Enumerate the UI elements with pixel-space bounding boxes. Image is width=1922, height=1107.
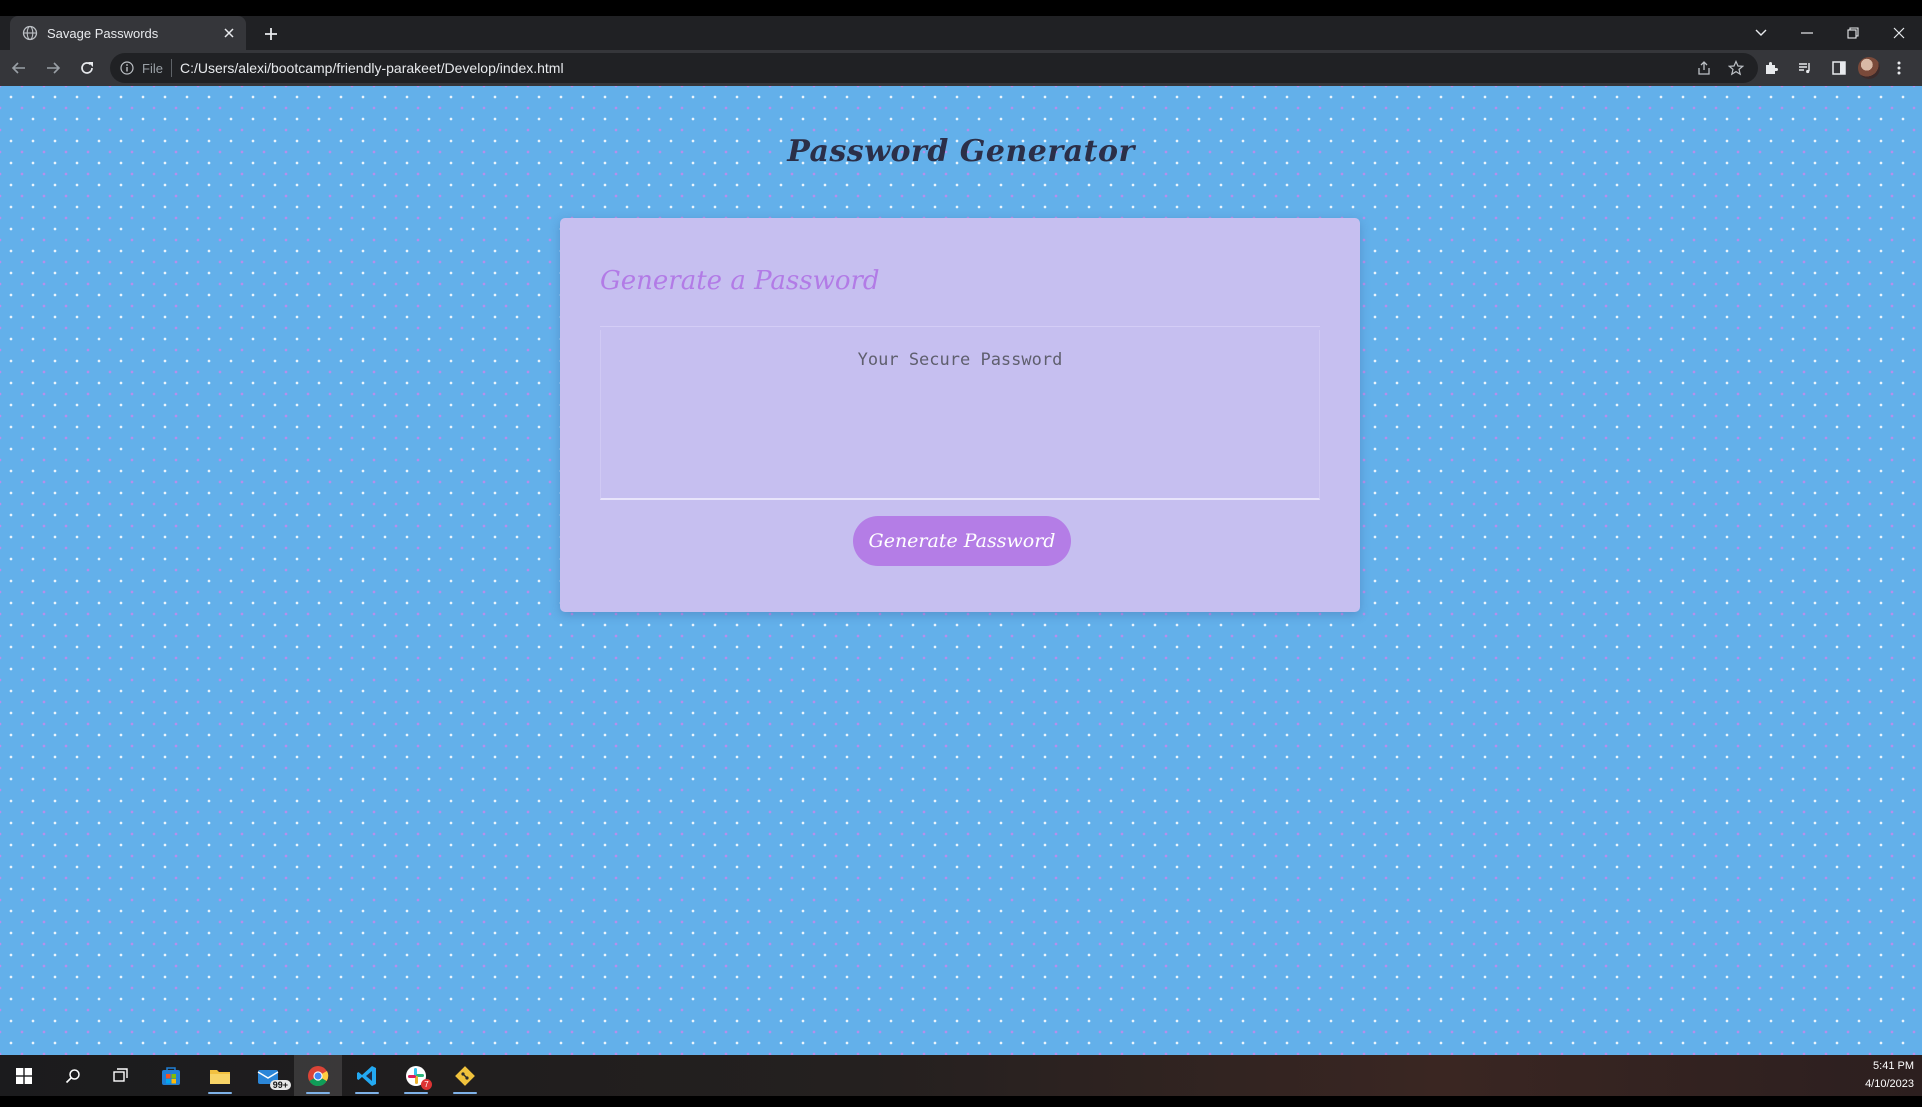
info-icon[interactable] xyxy=(118,59,136,77)
clock-time: 5:41 PM xyxy=(1873,1060,1914,1072)
git-icon[interactable] xyxy=(441,1055,489,1096)
browser-toolbar: File C:/Users/alexi/bootcamp/friendly-pa… xyxy=(0,50,1922,86)
side-panel-icon[interactable] xyxy=(1824,53,1854,83)
share-icon[interactable] xyxy=(1692,56,1716,80)
more-vertical-icon[interactable] xyxy=(1884,53,1914,83)
system-clock[interactable]: 5:41 PM 4/10/2023 xyxy=(1865,1057,1914,1093)
password-output-field[interactable] xyxy=(600,330,1320,500)
back-arrow-icon[interactable] xyxy=(4,53,34,83)
tab-title: Savage Passwords xyxy=(47,25,159,41)
tab-close-icon[interactable] xyxy=(218,22,240,44)
vscode-icon[interactable] xyxy=(343,1055,391,1096)
chrome-icon[interactable] xyxy=(294,1055,342,1096)
media-controls-icon[interactable] xyxy=(1790,53,1820,83)
mail-badge: 99+ xyxy=(269,1080,291,1090)
minimize-button[interactable] xyxy=(1784,16,1830,50)
page-title: Password Generator xyxy=(787,134,1135,169)
slack-badge: 7 xyxy=(421,1079,432,1090)
close-window-button[interactable] xyxy=(1876,16,1922,50)
plus-icon xyxy=(265,28,277,40)
card-header: Generate a Password xyxy=(600,266,880,296)
tab-search-chevron-down-icon[interactable] xyxy=(1738,16,1784,50)
card-divider xyxy=(600,326,1320,327)
browser-tab[interactable]: Savage Passwords xyxy=(10,16,246,50)
search-icon[interactable] xyxy=(49,1055,97,1096)
generate-password-button[interactable]: Generate Password xyxy=(853,516,1071,566)
url-scheme-label: File xyxy=(142,60,163,76)
bookmark-star-icon[interactable] xyxy=(1724,56,1748,80)
forward-arrow-icon[interactable] xyxy=(38,53,68,83)
windows-start-icon[interactable] xyxy=(0,1055,48,1096)
profile-avatar[interactable] xyxy=(1858,57,1880,79)
new-tab-button[interactable] xyxy=(258,21,284,47)
address-bar[interactable]: File C:/Users/alexi/bootcamp/friendly-pa… xyxy=(110,53,1758,83)
file-explorer-icon[interactable] xyxy=(196,1055,244,1096)
extensions-puzzle-icon[interactable] xyxy=(1756,53,1786,83)
task-view-icon[interactable] xyxy=(98,1055,146,1096)
screen-bottom-edge xyxy=(0,1096,1922,1107)
windows-taskbar: 99+ 7 5:41 PM 4/10/2023 xyxy=(0,1055,1922,1096)
mail-icon[interactable]: 99+ xyxy=(245,1055,293,1096)
restore-button[interactable] xyxy=(1830,16,1876,50)
store-icon[interactable] xyxy=(147,1055,195,1096)
globe-icon xyxy=(22,25,38,41)
page-viewport: Password Generator Generate a Password G… xyxy=(0,86,1922,1055)
window-controls xyxy=(1738,16,1922,50)
password-card: Generate a Password Generate Password xyxy=(560,218,1360,612)
address-separator xyxy=(170,59,172,77)
slack-icon[interactable]: 7 xyxy=(392,1055,440,1096)
clock-date: 4/10/2023 xyxy=(1865,1078,1914,1090)
url-text[interactable]: C:/Users/alexi/bootcamp/friendly-parakee… xyxy=(180,60,1692,76)
browser-tab-strip: Savage Passwords xyxy=(0,0,1922,50)
reload-icon[interactable] xyxy=(72,53,102,83)
